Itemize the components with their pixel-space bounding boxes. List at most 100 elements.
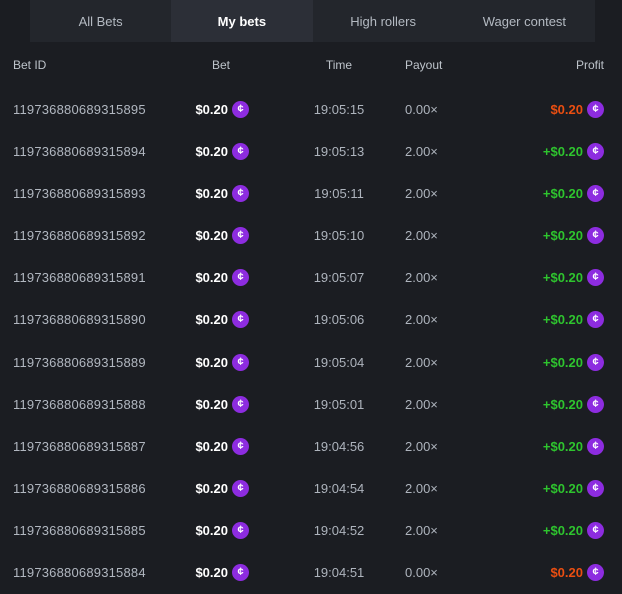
bet-id: 119736880689315891: [13, 270, 193, 285]
bet-amount: $0.20: [195, 565, 228, 580]
coin-currency-icon: ¢: [232, 311, 249, 328]
bet-payout: 2.00×: [405, 439, 465, 454]
bet-amount: $0.20: [195, 186, 228, 201]
bet-amount: $0.20: [195, 397, 228, 412]
bet-cell: $0.20 ¢: [193, 522, 249, 539]
tab-all-bets[interactable]: All Bets: [30, 0, 171, 42]
profit-cell: $0.20 ¢: [465, 101, 604, 118]
profit-cell: +$0.20 ¢: [465, 143, 604, 160]
profit-cell: $0.20 ¢: [465, 564, 604, 581]
coin-currency-icon: ¢: [587, 269, 604, 286]
bet-cell: $0.20 ¢: [193, 185, 249, 202]
bet-id: 119736880689315884: [13, 565, 193, 580]
bet-payout: 0.00×: [405, 102, 465, 117]
bet-cell: $0.20 ¢: [193, 480, 249, 497]
profit-cell: +$0.20 ¢: [465, 269, 604, 286]
profit-cell: +$0.20 ¢: [465, 438, 604, 455]
tab-label: My bets: [218, 14, 266, 29]
header-time: Time: [249, 58, 405, 72]
coin-currency-icon: ¢: [232, 480, 249, 497]
bet-payout: 2.00×: [405, 228, 465, 243]
bets-table: Bet ID Bet Time Payout Profit 1197368806…: [0, 42, 622, 594]
bet-time: 19:05:06: [249, 312, 405, 327]
bet-time: 19:05:07: [249, 270, 405, 285]
coin-currency-icon: ¢: [587, 143, 604, 160]
table-row[interactable]: 119736880689315887 $0.20 ¢ 19:04:56 2.00…: [13, 425, 604, 467]
tab-label: Wager contest: [483, 14, 566, 29]
bet-id: 119736880689315894: [13, 144, 193, 159]
bet-cell: $0.20 ¢: [193, 311, 249, 328]
bet-amount: $0.20: [195, 439, 228, 454]
profit-amount: +$0.20: [543, 270, 583, 285]
table-row[interactable]: 119736880689315888 $0.20 ¢ 19:05:01 2.00…: [13, 383, 604, 425]
bet-id: 119736880689315885: [13, 523, 193, 538]
table-row[interactable]: 119736880689315885 $0.20 ¢ 19:04:52 2.00…: [13, 510, 604, 552]
bet-cell: $0.20 ¢: [193, 438, 249, 455]
bet-id: 119736880689315886: [13, 481, 193, 496]
coin-currency-icon: ¢: [232, 354, 249, 371]
coin-currency-icon: ¢: [232, 227, 249, 244]
table-row[interactable]: 119736880689315893 $0.20 ¢ 19:05:11 2.00…: [13, 172, 604, 214]
tab-wager-contest[interactable]: Wager contest: [454, 0, 595, 42]
coin-currency-icon: ¢: [587, 227, 604, 244]
header-bet: Bet: [193, 58, 249, 72]
coin-currency-icon: ¢: [587, 396, 604, 413]
bet-time: 19:04:52: [249, 523, 405, 538]
bet-time: 19:04:51: [249, 565, 405, 580]
bet-id: 119736880689315893: [13, 186, 193, 201]
tab-my-bets[interactable]: My bets: [171, 0, 312, 42]
tab-high-rollers[interactable]: High rollers: [313, 0, 454, 42]
bet-payout: 2.00×: [405, 523, 465, 538]
bet-cell: $0.20 ¢: [193, 101, 249, 118]
profit-amount: +$0.20: [543, 439, 583, 454]
bet-id: 119736880689315889: [13, 355, 193, 370]
bet-id: 119736880689315888: [13, 397, 193, 412]
profit-amount: +$0.20: [543, 355, 583, 370]
profit-cell: +$0.20 ¢: [465, 480, 604, 497]
coin-currency-icon: ¢: [232, 522, 249, 539]
bet-payout: 2.00×: [405, 144, 465, 159]
bet-amount: $0.20: [195, 102, 228, 117]
table-row[interactable]: 119736880689315895 $0.20 ¢ 19:05:15 0.00…: [13, 88, 604, 130]
bet-payout: 0.00×: [405, 565, 465, 580]
table-row[interactable]: 119736880689315884 $0.20 ¢ 19:04:51 0.00…: [13, 552, 604, 594]
header-bet-id: Bet ID: [13, 58, 193, 72]
profit-amount: $0.20: [550, 102, 583, 117]
bet-cell: $0.20 ¢: [193, 396, 249, 413]
bet-amount: $0.20: [195, 481, 228, 496]
bet-time: 19:05:13: [249, 144, 405, 159]
table-body: 119736880689315895 $0.20 ¢ 19:05:15 0.00…: [13, 88, 604, 594]
bet-amount: $0.20: [195, 355, 228, 370]
coin-currency-icon: ¢: [587, 522, 604, 539]
tab-label: All Bets: [79, 14, 123, 29]
table-row[interactable]: 119736880689315894 $0.20 ¢ 19:05:13 2.00…: [13, 130, 604, 172]
coin-currency-icon: ¢: [232, 185, 249, 202]
coin-currency-icon: ¢: [587, 311, 604, 328]
bet-amount: $0.20: [195, 270, 228, 285]
table-row[interactable]: 119736880689315890 $0.20 ¢ 19:05:06 2.00…: [13, 299, 604, 341]
bet-time: 19:04:54: [249, 481, 405, 496]
bet-time: 19:04:56: [249, 439, 405, 454]
table-row[interactable]: 119736880689315891 $0.20 ¢ 19:05:07 2.00…: [13, 257, 604, 299]
bet-cell: $0.20 ¢: [193, 354, 249, 371]
table-row[interactable]: 119736880689315892 $0.20 ¢ 19:05:10 2.00…: [13, 214, 604, 256]
header-profit: Profit: [465, 58, 604, 72]
bet-amount: $0.20: [195, 228, 228, 243]
coin-currency-icon: ¢: [587, 354, 604, 371]
profit-amount: $0.20: [550, 565, 583, 580]
bet-cell: $0.20 ¢: [193, 564, 249, 581]
bet-amount: $0.20: [195, 312, 228, 327]
coin-currency-icon: ¢: [232, 269, 249, 286]
table-row[interactable]: 119736880689315889 $0.20 ¢ 19:05:04 2.00…: [13, 341, 604, 383]
profit-amount: +$0.20: [543, 228, 583, 243]
coin-currency-icon: ¢: [232, 564, 249, 581]
coin-currency-icon: ¢: [587, 101, 604, 118]
coin-currency-icon: ¢: [587, 564, 604, 581]
bet-cell: $0.20 ¢: [193, 227, 249, 244]
coin-currency-icon: ¢: [587, 438, 604, 455]
bet-id: 119736880689315892: [13, 228, 193, 243]
bet-payout: 2.00×: [405, 397, 465, 412]
table-row[interactable]: 119736880689315886 $0.20 ¢ 19:04:54 2.00…: [13, 467, 604, 509]
profit-amount: +$0.20: [543, 523, 583, 538]
coin-currency-icon: ¢: [587, 480, 604, 497]
